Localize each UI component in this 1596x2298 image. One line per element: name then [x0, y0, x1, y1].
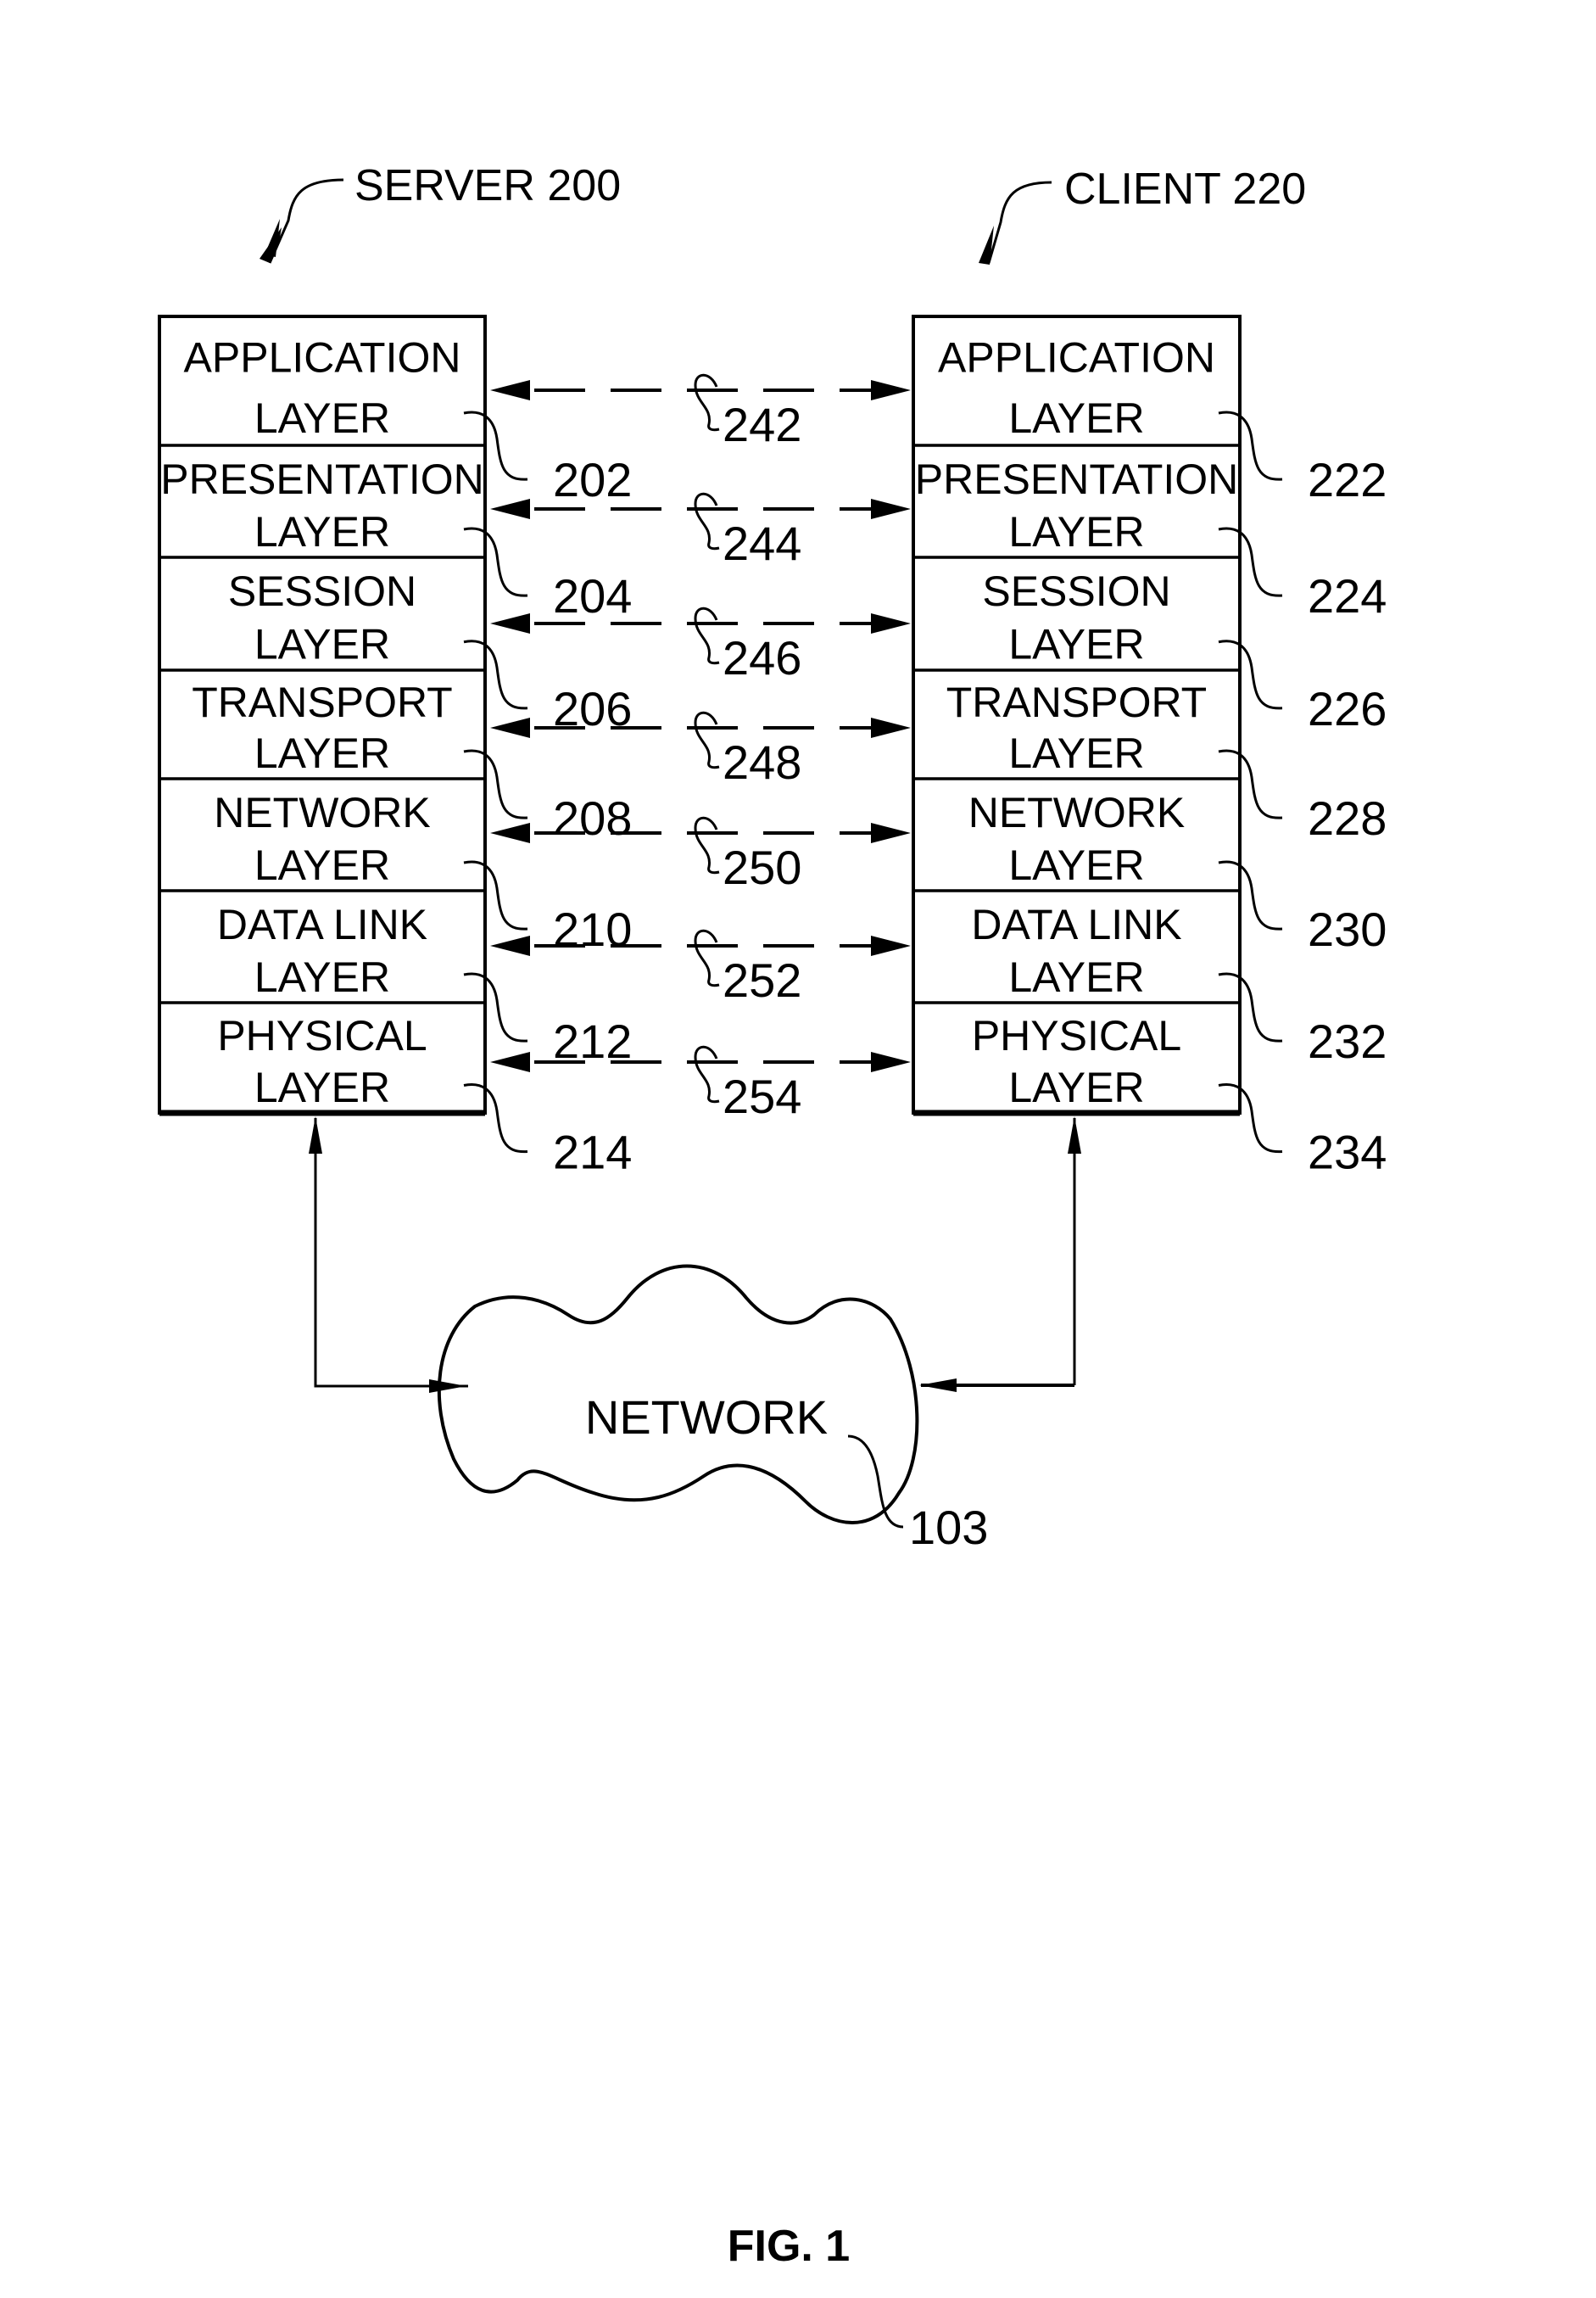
peer-link-ref: 248	[723, 735, 801, 789]
layer-suffix: LAYER	[254, 730, 390, 777]
peer-link-ref: 254	[723, 1070, 801, 1123]
server-stack: APPLICATION LAYER 202 PRESENTATION LAYER 204 S…	[158, 315, 632, 1179]
layer-ref-leader	[1218, 527, 1283, 597]
layer-name: PRESENTATION	[160, 456, 484, 503]
layer-name: TRANSPORT	[946, 679, 1207, 726]
layer-name: TRANSPORT	[192, 679, 452, 726]
network-ref-leader	[847, 1434, 904, 1529]
arrowhead-left-icon	[490, 718, 530, 738]
arrowhead-right-icon	[871, 380, 911, 400]
layer-name: DATA LINK	[217, 901, 427, 948]
layer-suffix: LAYER	[1008, 394, 1144, 442]
layer-suffix: LAYER	[254, 508, 390, 556]
layer-suffix: LAYER	[1008, 841, 1144, 889]
peer-link-ref-leader	[694, 711, 720, 769]
arrowhead-left-icon	[490, 936, 530, 956]
peer-link-ref: 242	[723, 398, 801, 451]
layer-name: PHYSICAL	[217, 1012, 427, 1060]
layer-suffix: LAYER	[1008, 621, 1144, 668]
layer-ref-leader	[463, 860, 528, 931]
figure-caption: FIG. 1	[728, 2222, 850, 2271]
layer-ref: 234	[1308, 1126, 1387, 1179]
peer-link-ref: 244	[723, 517, 801, 570]
network-ref: 103	[909, 1501, 988, 1554]
layer-ref: 208	[553, 791, 632, 845]
arrowhead-right-icon	[871, 823, 911, 843]
layer-suffix: LAYER	[254, 841, 390, 889]
arrowhead-right-icon	[871, 718, 911, 738]
arrowhead-left-icon	[490, 499, 530, 519]
layer-ref: 202	[553, 453, 632, 506]
layer-ref: 214	[553, 1126, 632, 1179]
layer-name: NETWORK	[214, 789, 431, 836]
layer-name: PHYSICAL	[972, 1012, 1181, 1060]
server-title: SERVER 200	[354, 161, 621, 210]
network-cloud-label: NETWORK	[585, 1390, 828, 1444]
layer-name: APPLICATION	[938, 333, 1215, 381]
arrowhead-right-icon	[871, 499, 911, 519]
layer-suffix: LAYER	[254, 621, 390, 668]
client-title: CLIENT 220	[1064, 165, 1306, 214]
server-callout: SERVER 200	[259, 161, 621, 264]
layer-ref-leader	[463, 527, 528, 597]
peer-link-ref-leader	[694, 492, 720, 551]
layer-ref-leader	[1218, 972, 1283, 1043]
peer-link-ref: 246	[723, 631, 801, 685]
layer-ref: 204	[553, 569, 632, 623]
arrowhead-right-icon	[871, 936, 911, 956]
layer-name: SESSION	[982, 568, 1170, 615]
layer-ref: 228	[1308, 791, 1387, 845]
layer-name: NETWORK	[968, 789, 1186, 836]
layer-ref-leader	[463, 749, 528, 819]
layer-ref: 212	[553, 1015, 632, 1068]
layer-suffix: LAYER	[1008, 953, 1144, 1001]
peer-link-ref: 250	[723, 841, 801, 894]
arrowhead-left-icon	[490, 380, 530, 400]
peer-link-ref-leader	[694, 929, 720, 987]
client-leader-arrow	[987, 181, 1052, 264]
peer-link-ref-leader	[694, 607, 720, 665]
arrowhead-left-icon	[490, 613, 530, 634]
layer-suffix: LAYER	[1008, 508, 1144, 556]
peer-link-ref-leader	[694, 816, 720, 875]
server-leader-arrow	[268, 178, 344, 264]
layer-suffix: LAYER	[1008, 1064, 1144, 1111]
layer-ref-leader	[1218, 860, 1283, 931]
layer-ref-leader	[463, 1083, 528, 1154]
arrowhead-right-icon	[871, 613, 911, 634]
layer-suffix: LAYER	[254, 1064, 390, 1111]
layer-name: PRESENTATION	[915, 456, 1239, 503]
client-stack: APPLICATION LAYER 222 PRESENTATION LAYER 224 S…	[912, 315, 1387, 1179]
peer-link-ref-leader	[694, 373, 720, 432]
layer-suffix: LAYER	[254, 394, 390, 442]
osi-diagram: SERVER 200 CLIENT 220 APPLICATION LAYER 20…	[158, 161, 1387, 2271]
layer-ref-leader	[1218, 640, 1283, 710]
arrowhead-left-icon	[490, 823, 530, 843]
layer-ref-leader	[1218, 1083, 1283, 1154]
arrowhead-right-icon	[871, 1052, 911, 1072]
layer-suffix: LAYER	[254, 953, 390, 1001]
layer-ref-leader	[1218, 749, 1283, 819]
layer-ref: 226	[1308, 682, 1387, 735]
layer-name: APPLICATION	[184, 333, 461, 381]
peer-link-242: 242	[490, 373, 911, 451]
peer-link-ref: 252	[723, 953, 801, 1007]
layer-name: SESSION	[228, 568, 416, 615]
layer-suffix: LAYER	[1008, 730, 1144, 777]
network-cloud: NETWORK 103	[437, 1264, 988, 1554]
network-connections	[309, 1116, 1081, 1393]
layer-ref-leader	[463, 972, 528, 1043]
layer-ref: 210	[553, 903, 632, 956]
layer-ref: 232	[1308, 1015, 1387, 1068]
client-callout: CLIENT 220	[979, 165, 1306, 265]
layer-ref: 224	[1308, 569, 1387, 623]
layer-name: DATA LINK	[971, 901, 1181, 948]
peer-link-ref-leader	[694, 1045, 720, 1104]
layer-ref: 230	[1308, 903, 1387, 956]
layer-ref: 222	[1308, 453, 1387, 506]
arrowhead-left-icon	[490, 1052, 530, 1072]
layer-ref-leader	[463, 640, 528, 710]
